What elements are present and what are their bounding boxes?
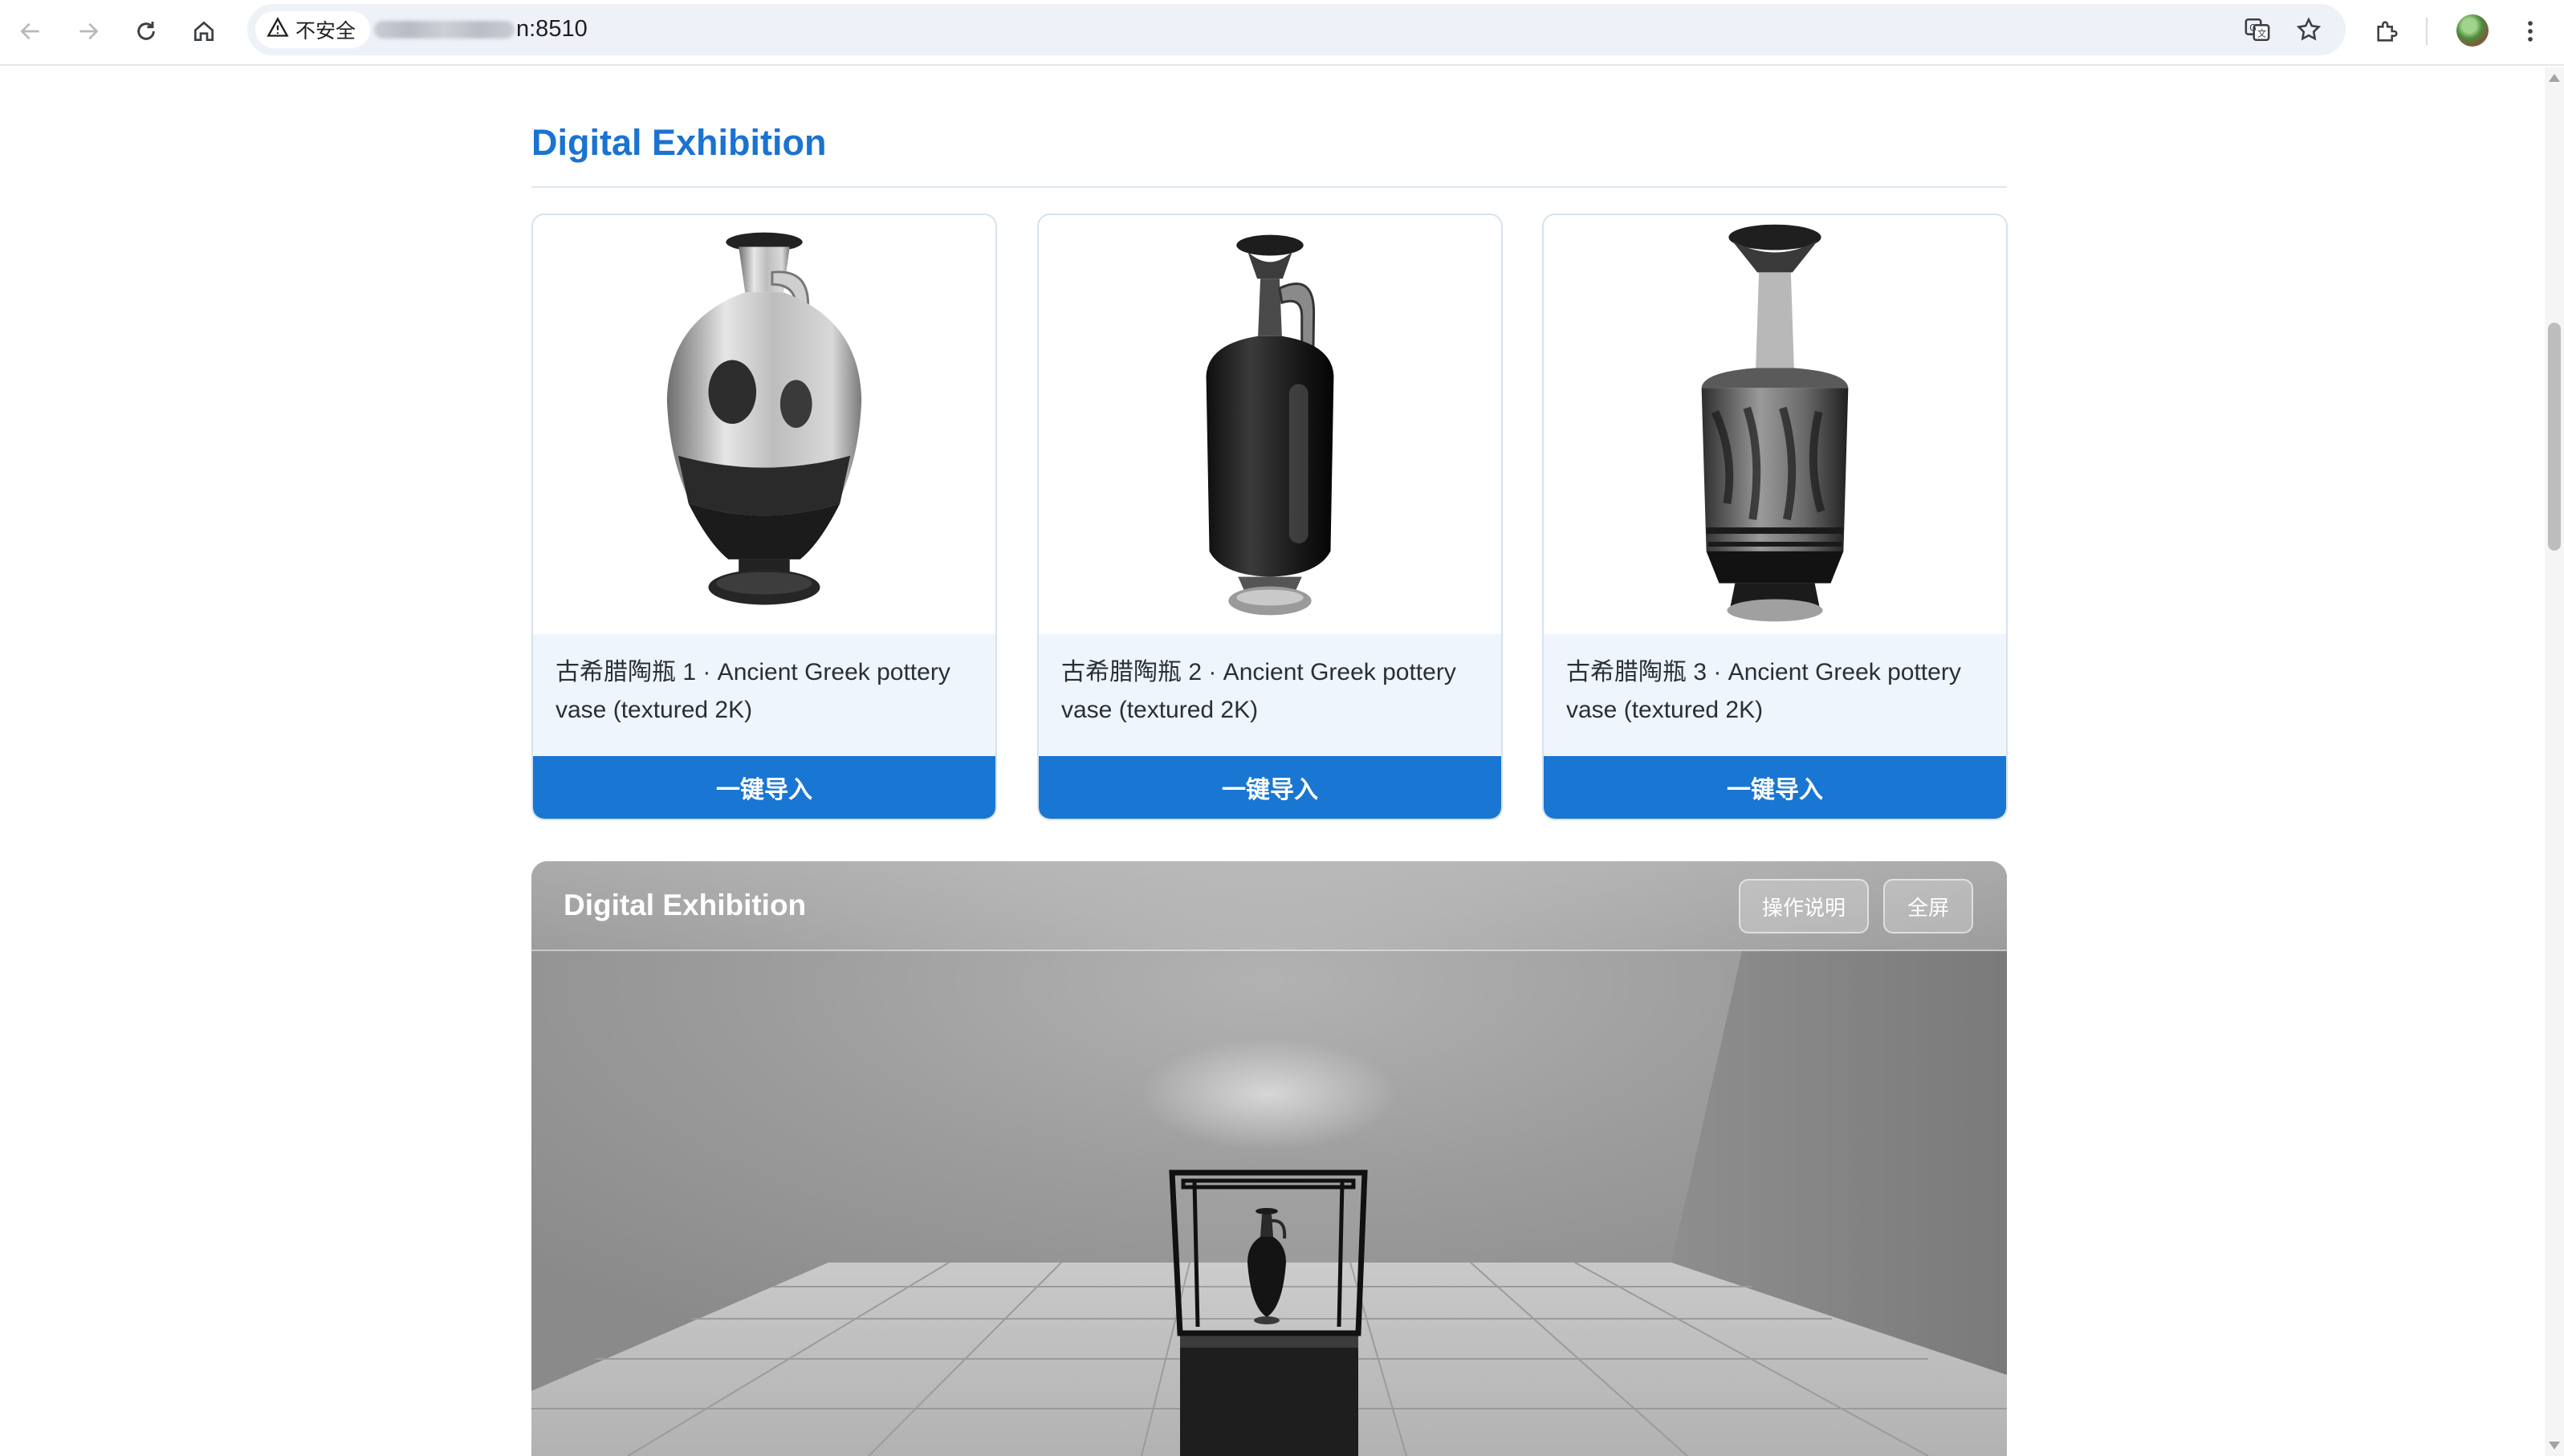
viewer-header: Digital Exhibition 操作说明 全屏	[531, 861, 2007, 951]
import-button-2[interactable]: 一键导入	[1039, 756, 1501, 819]
forward-icon[interactable]	[71, 14, 106, 49]
warning-icon	[267, 16, 289, 44]
card-2-caption: 古希腊陶瓶 2 · Ancient Greek pottery vase (te…	[1039, 634, 1501, 759]
reload-icon[interactable]	[128, 14, 164, 49]
import-button-3[interactable]: 一键导入	[1544, 756, 2006, 819]
browser-toolbar: 不安全 n:8510 G文	[0, 0, 2564, 66]
fullscreen-button[interactable]: 全屏	[1883, 879, 1973, 933]
url-suffix: n:8510	[516, 16, 588, 42]
card-1-caption: 古希腊陶瓶 1 · Ancient Greek pottery vase (te…	[533, 634, 995, 759]
avatar[interactable]	[2456, 14, 2489, 47]
section-title: Digital Exhibition	[531, 122, 827, 163]
address-bar[interactable]: 不安全 n:8510 G文	[247, 4, 2346, 55]
exhibit-card-1: 古希腊陶瓶 1 · Ancient Greek pottery vase (te…	[531, 214, 997, 820]
security-chip[interactable]: 不安全	[255, 11, 371, 48]
page-scrollbar[interactable]	[2545, 67, 2564, 1456]
exhibition-viewer[interactable]: Digital Exhibition 操作说明 全屏	[531, 861, 2007, 1456]
back-icon[interactable]	[13, 14, 48, 49]
vase-1-thumbnail[interactable]	[533, 215, 995, 634]
security-label: 不安全	[295, 20, 356, 43]
extensions-icon[interactable]	[2370, 14, 2405, 49]
viewer-title: Digital Exhibition	[564, 889, 807, 921]
home-icon[interactable]	[186, 14, 222, 49]
menu-icon[interactable]	[2513, 14, 2548, 49]
help-button[interactable]: 操作说明	[1739, 879, 1869, 933]
url-text[interactable]: n:8510	[374, 16, 588, 43]
vase-2-thumbnail[interactable]	[1039, 215, 1501, 634]
exhibit-card-2: 古希腊陶瓶 2 · Ancient Greek pottery vase (te…	[1037, 214, 1503, 820]
scroll-down-arrow[interactable]	[2549, 1442, 2560, 1450]
display-case	[1169, 1169, 1368, 1456]
url-redacted	[374, 20, 515, 39]
toolbar-divider	[2426, 18, 2428, 45]
scrollbar-thumb[interactable]	[2548, 323, 2561, 551]
import-button-1[interactable]: 一键导入	[533, 756, 995, 819]
scroll-up-arrow[interactable]	[2549, 74, 2560, 82]
svg-text:文: 文	[2257, 28, 2266, 39]
translate-icon[interactable]: G文	[2240, 12, 2275, 47]
vase-3-thumbnail[interactable]	[1544, 215, 2006, 634]
exhibit-card-3: 古希腊陶瓶 3 · Ancient Greek pottery vase (te…	[1542, 214, 2008, 820]
card-3-caption: 古希腊陶瓶 3 · Ancient Greek pottery vase (te…	[1544, 634, 2006, 759]
title-divider	[531, 186, 2007, 188]
star-icon[interactable]	[2291, 12, 2326, 47]
svg-text:G: G	[2249, 22, 2257, 33]
